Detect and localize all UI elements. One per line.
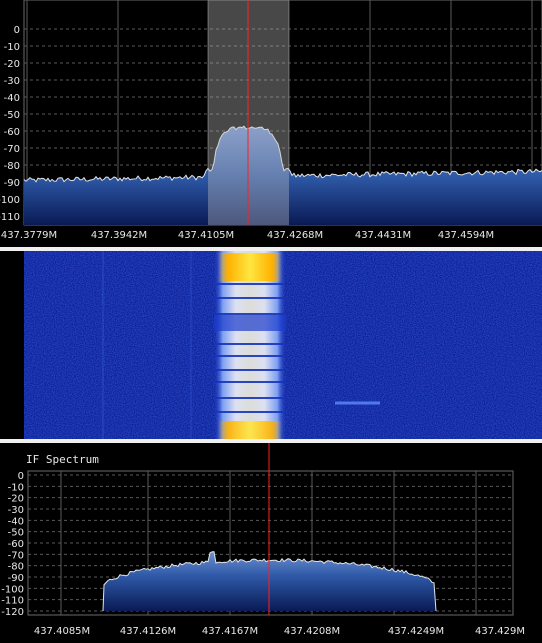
y-tick-label: -90 (8, 573, 24, 584)
y-tick-label: -90 (4, 178, 20, 189)
signal-gap (214, 343, 286, 345)
if-spectrum-plot[interactable]: IF Spectrum 0-10-20-30-40-50-60-70-80-90… (0, 443, 542, 643)
x-tick-label: 437.4208M (284, 626, 340, 637)
y-tick-label: -100 (1, 584, 24, 595)
y-tick-label: -60 (8, 539, 24, 550)
y-tick-label: -50 (4, 110, 20, 121)
x-tick-label: 437.429M (475, 626, 525, 637)
signal-gap (214, 397, 286, 399)
y-tick-label: -50 (8, 528, 24, 539)
y-tick-label: -30 (4, 76, 20, 87)
main-spectrum-plot[interactable]: 0 -10 -20 -30 -40 -50 -60 -70 -80 -90 -100 -110 437… (0, 0, 542, 247)
y-tick-label: -110 (1, 596, 24, 607)
waterfall-signal-trace (214, 251, 286, 439)
signal-peak (218, 421, 282, 439)
y-tick-label: -20 (8, 494, 24, 505)
x-tick-label: 437.4594M (438, 230, 494, 241)
waterfall-margin (0, 251, 24, 439)
y-tick-label: -70 (8, 550, 24, 561)
signal-gap (214, 297, 286, 299)
signal-gap (214, 315, 286, 331)
signal-gap (214, 283, 286, 285)
x-tick-label: 437.4167M (202, 626, 258, 637)
y-tick-label: -120 (1, 607, 24, 618)
y-tick-label: -80 (4, 161, 20, 172)
x-tick-label: 437.3942M (91, 230, 147, 241)
y-tick-label: -70 (4, 144, 20, 155)
y-tick-label: -100 (0, 195, 20, 206)
signal-gap (214, 369, 286, 371)
y-tick-label: -60 (4, 127, 20, 138)
signal-peak (218, 253, 282, 281)
y-tick-label: -30 (8, 505, 24, 516)
y-tick-label: 0 (14, 25, 20, 36)
x-tick-label: 437.4249M (388, 626, 444, 637)
x-tick-label: 437.3779M (1, 230, 57, 241)
y-tick-label: 0 (18, 471, 24, 482)
x-tick-label: 437.4268M (267, 230, 323, 241)
y-tick-label: -40 (8, 516, 24, 527)
y-tick-label: -110 (0, 212, 20, 223)
signal-gap (214, 381, 286, 383)
y-tick-label: -80 (8, 562, 24, 573)
x-tick-label: 437.4126M (120, 626, 176, 637)
x-tick-label: 437.4105M (178, 230, 234, 241)
x-tick-label: 437.4085M (34, 626, 90, 637)
waterfall-display[interactable] (0, 251, 542, 439)
y-tick-label: -20 (4, 59, 20, 70)
y-tick-label: -10 (4, 42, 20, 53)
x-tick-label: 437.4431M (355, 230, 411, 241)
signal-gap (214, 313, 286, 315)
signal-gap (214, 411, 286, 413)
signal-gap (214, 355, 286, 357)
y-tick-label: -10 (8, 482, 24, 493)
if-spectrum-title: IF Spectrum (26, 453, 99, 466)
y-tick-label: -40 (4, 93, 20, 104)
